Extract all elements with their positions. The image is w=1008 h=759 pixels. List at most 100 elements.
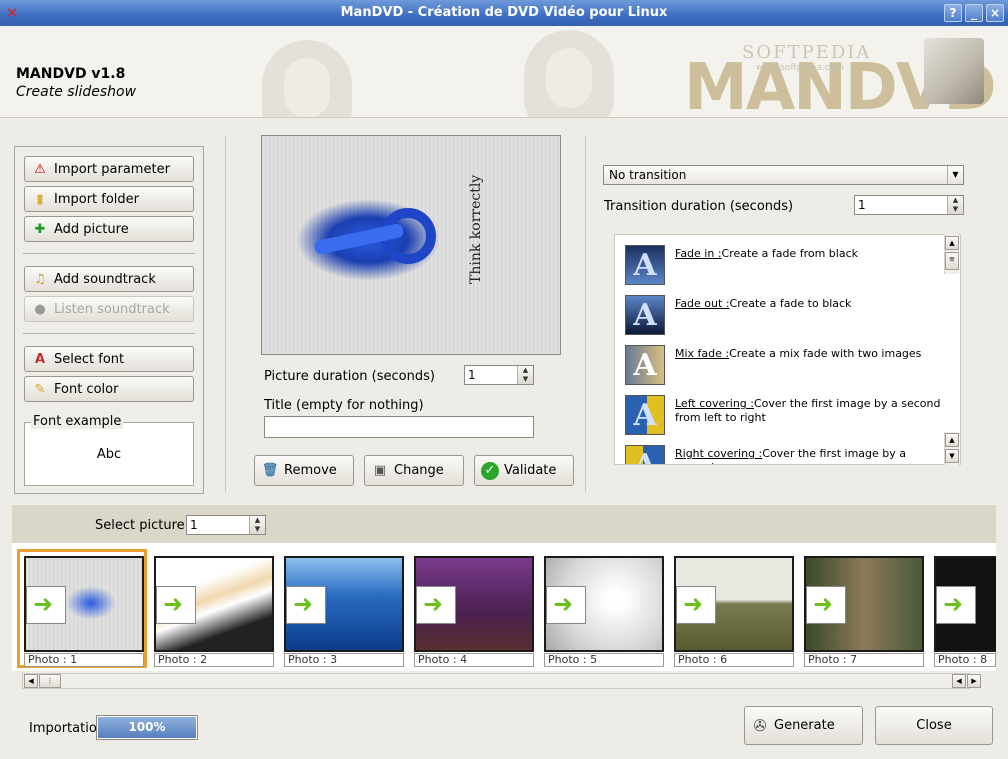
font-color-label: Font color bbox=[54, 381, 119, 397]
picture-preview: Think korrectly bbox=[261, 135, 561, 355]
spinner-arrows-icon[interactable]: ▲ ▼ bbox=[517, 366, 533, 384]
watermark: SOFTPEDIA bbox=[742, 42, 872, 63]
transition-name[interactable]: Right covering : bbox=[675, 447, 762, 460]
transition-description: Create a mix fade with two images bbox=[729, 347, 922, 360]
arrow-right-icon[interactable] bbox=[26, 586, 66, 624]
scroll-thumb[interactable]: ⋮ bbox=[39, 674, 61, 688]
transition-right-covering[interactable]: A Right covering :Cover the first image … bbox=[625, 445, 941, 464]
photo-thumb-1[interactable]: Photo : 1 bbox=[24, 556, 144, 668]
check-icon: ✓ bbox=[481, 461, 499, 480]
arrow-right-icon[interactable] bbox=[156, 586, 196, 624]
close-label: Close bbox=[916, 718, 952, 733]
photo-thumb-7[interactable]: Photo : 7 bbox=[804, 556, 924, 668]
transition-mix-fade[interactable]: A Mix fade :Create a mix fade with two i… bbox=[625, 345, 941, 389]
photo-caption: Photo : 5 bbox=[544, 653, 664, 667]
disc-icon: ● bbox=[34, 301, 46, 317]
import-folder-button[interactable]: ▮ Import folder bbox=[24, 186, 194, 212]
transition-left-covering[interactable]: A Left covering :Cover the first image b… bbox=[625, 395, 941, 439]
left-panel: ⚠ Import parameter ▮ Import folder ✚ Add… bbox=[14, 146, 204, 494]
scroll-left-icon[interactable]: ◀ bbox=[24, 674, 38, 688]
photo-thumb-2[interactable]: Photo : 2 bbox=[154, 556, 274, 668]
arrow-right-icon[interactable] bbox=[286, 586, 326, 624]
arrow-right-icon[interactable] bbox=[936, 586, 976, 624]
font-color-button[interactable]: ✎ Font color bbox=[24, 376, 194, 402]
importation-progress: 100% bbox=[96, 715, 198, 740]
spinner-arrows-icon[interactable]: ▲ ▼ bbox=[249, 516, 265, 534]
transition-description: Create a fade from black bbox=[721, 247, 858, 260]
pencil-icon: ✎ bbox=[34, 381, 46, 397]
photo-thumb-3[interactable]: Photo : 3 bbox=[284, 556, 404, 668]
generate-label: Generate bbox=[774, 718, 835, 733]
scroll-up-icon[interactable]: ▲ bbox=[945, 236, 959, 250]
listen-soundtrack-label: Listen soundtrack bbox=[54, 301, 170, 317]
scroll-right-icon[interactable]: ▶ bbox=[967, 674, 981, 688]
transition-scrollbar-bottom[interactable]: ▲ ▼ bbox=[944, 432, 959, 465]
photo-strip-scrollbar[interactable]: ◀ ⋮ bbox=[22, 673, 970, 689]
transition-name[interactable]: Mix fade : bbox=[675, 347, 729, 360]
scroll-thumb[interactable]: ≡ bbox=[945, 252, 959, 270]
close-button[interactable]: Close bbox=[875, 706, 993, 745]
transition-name[interactable]: Fade in : bbox=[675, 247, 722, 260]
remove-button[interactable]: 🗑 Remove bbox=[254, 455, 354, 486]
import-parameter-label: Import parameter bbox=[54, 161, 170, 177]
add-picture-button[interactable]: ✚ Add picture bbox=[24, 216, 194, 242]
app-name: MANDVD v1.8 bbox=[16, 66, 126, 82]
trash-icon: 🗑 bbox=[261, 463, 279, 478]
transition-select[interactable]: No transition ▼ bbox=[603, 165, 964, 185]
minimize-button[interactable]: _ bbox=[965, 4, 983, 22]
listen-soundtrack-button[interactable]: ● Listen soundtrack bbox=[24, 296, 194, 322]
select-font-button[interactable]: A Select font bbox=[24, 346, 194, 372]
arrow-right-icon[interactable] bbox=[676, 586, 716, 624]
transition-name[interactable]: Left covering : bbox=[675, 397, 754, 410]
photo-caption: Photo : 1 bbox=[24, 653, 144, 667]
validate-button[interactable]: ✓ Validate bbox=[474, 455, 574, 486]
add-picture-label: Add picture bbox=[54, 221, 129, 237]
spinner-arrows-icon[interactable]: ▲ ▼ bbox=[947, 196, 963, 214]
validate-label: Validate bbox=[504, 463, 557, 478]
generate-button[interactable]: ✇ Generate bbox=[744, 706, 863, 745]
photo-thumb-6[interactable]: Photo : 6 bbox=[674, 556, 794, 668]
transition-duration-spinner[interactable]: 1 ▲ ▼ bbox=[854, 195, 964, 215]
transition-selected-value: No transition bbox=[609, 168, 687, 182]
picture-duration-spinner[interactable]: 1 ▲ ▼ bbox=[464, 365, 534, 385]
remove-label: Remove bbox=[284, 463, 337, 478]
photo-caption: Photo : 2 bbox=[154, 653, 274, 667]
select-font-label: Select font bbox=[54, 351, 125, 367]
scroll-up-icon[interactable]: ▲ bbox=[945, 433, 959, 447]
transition-scrollbar-top[interactable]: ▲ ≡ bbox=[944, 234, 959, 274]
title-input[interactable] bbox=[264, 416, 534, 438]
transition-name[interactable]: Fade out : bbox=[675, 297, 730, 310]
left-covering-thumbnail: A bbox=[625, 395, 665, 435]
page-subtitle: Create slideshow bbox=[16, 84, 137, 100]
add-soundtrack-button[interactable]: ♫ Add soundtrack bbox=[24, 266, 194, 292]
arrow-right-icon[interactable] bbox=[416, 586, 456, 624]
help-button[interactable]: ? bbox=[944, 4, 962, 22]
font-icon: A bbox=[34, 351, 46, 367]
transition-fade-out[interactable]: A Fade out :Create a fade to black bbox=[625, 295, 941, 339]
scroll-down-icon[interactable]: ▼ bbox=[945, 449, 959, 463]
picture-duration-label: Picture duration (seconds) bbox=[264, 369, 435, 384]
photo-thumb-5[interactable]: Photo : 5 bbox=[544, 556, 664, 668]
scroll-left-icon[interactable]: ◀ bbox=[952, 674, 966, 688]
divider bbox=[225, 136, 226, 492]
divider bbox=[585, 136, 586, 492]
divider bbox=[23, 253, 195, 254]
photo-caption: Photo : 4 bbox=[414, 653, 534, 667]
chevron-down-icon[interactable]: ▼ bbox=[947, 166, 963, 184]
change-label: Change bbox=[394, 463, 444, 478]
add-soundtrack-label: Add soundtrack bbox=[54, 271, 156, 287]
change-button[interactable]: ▣ Change bbox=[364, 455, 464, 486]
select-picture-spinner[interactable]: 1 ▲ ▼ bbox=[186, 515, 266, 535]
arrow-right-icon[interactable] bbox=[546, 586, 586, 624]
import-parameter-button[interactable]: ⚠ Import parameter bbox=[24, 156, 194, 182]
header-banner: MANDVD v1.8 Create slideshow MANDVD SOFT… bbox=[0, 26, 1008, 118]
arrow-right-icon[interactable] bbox=[806, 586, 846, 624]
photo-thumb-4[interactable]: Photo : 4 bbox=[414, 556, 534, 668]
close-window-button[interactable]: × bbox=[986, 4, 1004, 22]
import-folder-label: Import folder bbox=[54, 191, 140, 207]
photo-thumb-8[interactable]: Photo : 8 bbox=[934, 556, 996, 668]
camera-icon: ▣ bbox=[373, 463, 387, 478]
transition-fade-in[interactable]: A Fade in :Create a fade from black bbox=[625, 245, 941, 289]
font-example-legend: Font example bbox=[31, 414, 124, 429]
right-covering-thumbnail: A bbox=[625, 445, 665, 464]
